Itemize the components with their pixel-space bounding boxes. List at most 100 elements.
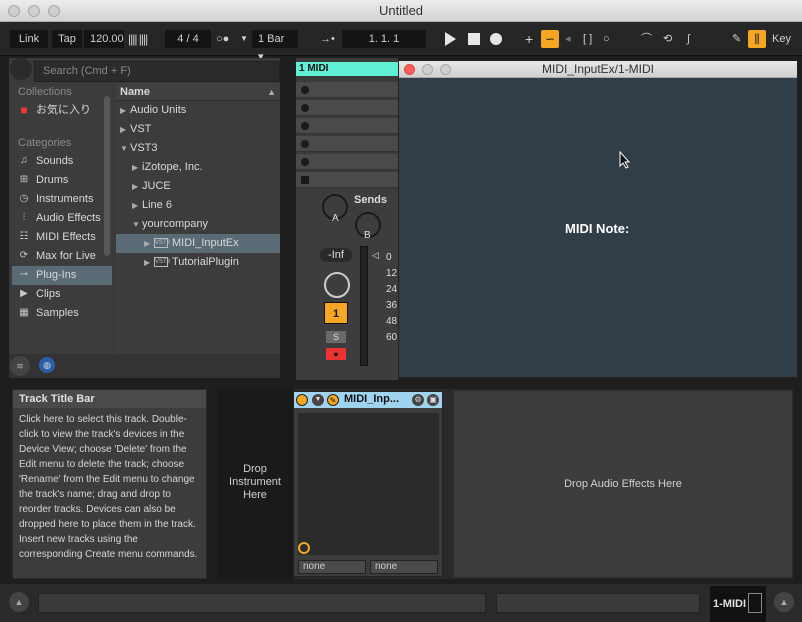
note-icon: ♫ xyxy=(20,155,28,166)
ramp-icon[interactable]: ∫ xyxy=(687,30,690,48)
pan-knob[interactable] xyxy=(324,272,350,298)
tree-label: Line 6 xyxy=(142,199,172,211)
tree-label: VST xyxy=(130,123,152,135)
tree-item-vst[interactable]: ▶ VST xyxy=(116,120,280,139)
name-column-header[interactable]: Name ▲ xyxy=(116,83,280,101)
tree-item-juce[interactable]: ▶ JUCE xyxy=(116,177,280,196)
midi-indicator-icon xyxy=(748,593,762,613)
mixer-section: Sends A B -Inf 1 S ● ◁ 0 12 24 36 48 60 xyxy=(296,190,398,380)
collections-header: Collections xyxy=(18,86,72,98)
clip-stop-icon xyxy=(301,104,309,112)
midi-note-label: MIDI Note: xyxy=(565,221,630,236)
fader-handle-icon[interactable]: ◁ xyxy=(372,250,379,261)
track-activator-button[interactable]: 1 xyxy=(324,302,348,324)
follow-icon[interactable]: →• xyxy=(320,30,335,48)
sidebar-item-drums[interactable]: ⊞ Drums xyxy=(12,171,112,190)
punch-icon[interactable]: [ ] xyxy=(583,30,592,48)
detail-toggle-icon[interactable]: ▲ xyxy=(774,592,794,612)
sidebar-item-max-for-live[interactable]: ⟳ Max for Live xyxy=(12,247,112,266)
sidebar-item-midi-effects[interactable]: ☷ MIDI Effects xyxy=(12,228,112,247)
device-activator-button[interactable] xyxy=(296,394,308,406)
plugin-window-titlebar[interactable]: MIDI_InputEx/1-MIDI xyxy=(399,61,797,78)
browser-toggle-icon[interactable] xyxy=(10,58,32,80)
sidebar-item-plug-ins[interactable]: ⊸ Plug-Ins xyxy=(12,266,112,285)
sidebar-item-sounds[interactable]: ♫ Sounds xyxy=(12,152,112,171)
input-select[interactable]: none xyxy=(298,560,366,574)
sidebar-item-favorites[interactable]: ■ お気に入り xyxy=(12,101,112,120)
time-signature-field[interactable]: 4 / 4 xyxy=(165,30,211,48)
plugin-maximize-button[interactable] xyxy=(440,64,451,75)
plugin-minimize-button[interactable] xyxy=(422,64,433,75)
preview-icon[interactable]: ◍ xyxy=(39,357,55,373)
expand-arrow-icon: ▶ xyxy=(144,239,151,248)
loop-icon[interactable]: ⟲ xyxy=(663,30,672,48)
track-title-bar[interactable]: 1 MIDI xyxy=(296,62,398,76)
draw-mode-icon[interactable]: ✎ xyxy=(732,30,741,48)
groove-pool-icon[interactable]: ≋ xyxy=(10,356,30,376)
stop-all-icon xyxy=(301,176,309,184)
key-map-button[interactable]: Key xyxy=(772,30,791,48)
clip-slot[interactable] xyxy=(296,136,398,152)
categories-header: Categories xyxy=(18,137,72,149)
volume-field[interactable]: -Inf xyxy=(320,248,352,262)
tree-item-midi-inputex[interactable]: ▶ VST3 MIDI_InputEx xyxy=(116,234,280,253)
sidebar-item-clips[interactable]: ▶ Clips xyxy=(12,285,112,304)
back-to-arrangement-icon[interactable]: ◂ xyxy=(565,30,571,48)
info-toggle-icon[interactable]: ▲ xyxy=(9,592,29,612)
clip-slot[interactable] xyxy=(296,82,398,98)
metronome-icon[interactable]: ○● xyxy=(216,30,229,48)
output-select[interactable]: none xyxy=(370,560,438,574)
browser-footer: ≋ ◍ xyxy=(9,354,280,378)
sidebar-item-samples[interactable]: ▦ Samples xyxy=(12,304,112,323)
nudge-icon[interactable]: |||| |||| xyxy=(128,30,148,48)
quantize-select[interactable]: 1 Bar ▾ xyxy=(252,30,298,63)
search-input[interactable]: Search (Cmd + F) xyxy=(34,61,280,82)
metronome-dropdown-icon[interactable]: ▼ xyxy=(240,30,248,48)
sidebar-item-label: お気に入り xyxy=(36,104,91,116)
loop-record-icon[interactable]: ○ xyxy=(603,30,610,48)
tree-item-izotope[interactable]: ▶ iZotope, Inc. xyxy=(116,158,280,177)
sidebar-item-audio-effects[interactable]: ⫶ Audio Effects xyxy=(12,209,112,228)
tap-button[interactable]: Tap xyxy=(52,30,82,48)
expand-arrow-icon: ▶ xyxy=(132,182,139,191)
plugin-device: ▼ ✎ MIDI_Inp... ⚙ ▣ none none xyxy=(293,391,443,577)
record-button[interactable] xyxy=(488,31,504,47)
solo-button[interactable]: S xyxy=(326,331,346,343)
wrench-icon[interactable]: ✎ xyxy=(327,394,339,406)
device-settings-icon[interactable]: ⚙ xyxy=(412,394,424,406)
keyboard-midi-button[interactable]: ⫼ xyxy=(748,30,766,48)
meter-tick: 48 xyxy=(386,316,398,327)
tree-item-audio-units[interactable]: ▶ Audio Units xyxy=(116,101,280,120)
grid-icon: ⊞ xyxy=(19,174,29,185)
device-title-bar[interactable]: ▼ ✎ MIDI_Inp... ⚙ ▣ xyxy=(294,392,442,408)
stop-clips-slot[interactable] xyxy=(296,172,398,188)
automation-arm-button[interactable]: ∽ xyxy=(541,30,559,48)
fold-icon[interactable]: ▼ xyxy=(312,394,324,406)
sidebar-item-label: Samples xyxy=(36,307,79,319)
link-button[interactable]: Link xyxy=(10,30,48,48)
clip-slot[interactable] xyxy=(296,118,398,134)
tree-item-tutorialplugin[interactable]: ▶ VST3 TutorialPlugin xyxy=(116,253,280,272)
sidebar-scrollbar[interactable] xyxy=(104,96,110,256)
drop-audio-effects-area[interactable]: Drop Audio Effects Here xyxy=(454,391,792,577)
sidebar-item-instruments[interactable]: ◷ Instruments xyxy=(12,190,112,209)
save-preset-icon[interactable]: ▣ xyxy=(427,394,439,406)
tree-item-line6[interactable]: ▶ Line 6 xyxy=(116,196,280,215)
play-button[interactable] xyxy=(442,31,458,47)
stop-button[interactable] xyxy=(466,31,482,47)
tree-item-yourcompany[interactable]: ▼ yourcompany xyxy=(116,215,280,234)
meter-tick: 0 xyxy=(386,252,392,263)
drop-instrument-area[interactable]: Drop Instrument Here xyxy=(217,389,293,579)
curve-icon[interactable]: ⌒ xyxy=(641,30,652,48)
clock-icon: ◷ xyxy=(19,193,29,204)
clip-slot[interactable] xyxy=(296,154,398,170)
arm-button[interactable]: ● xyxy=(326,348,346,360)
add-icon[interactable]: + xyxy=(525,30,533,48)
tree-item-vst3[interactable]: ▼ VST3 xyxy=(116,139,280,158)
device-led-icon[interactable] xyxy=(298,542,310,554)
arrangement-position-field[interactable]: 1. 1. 1 xyxy=(342,30,426,48)
clip-stop-icon xyxy=(301,158,309,166)
clip-slot[interactable] xyxy=(296,100,398,116)
tempo-field[interactable]: 120.00 xyxy=(84,30,124,48)
plugin-close-button[interactable] xyxy=(404,64,415,75)
